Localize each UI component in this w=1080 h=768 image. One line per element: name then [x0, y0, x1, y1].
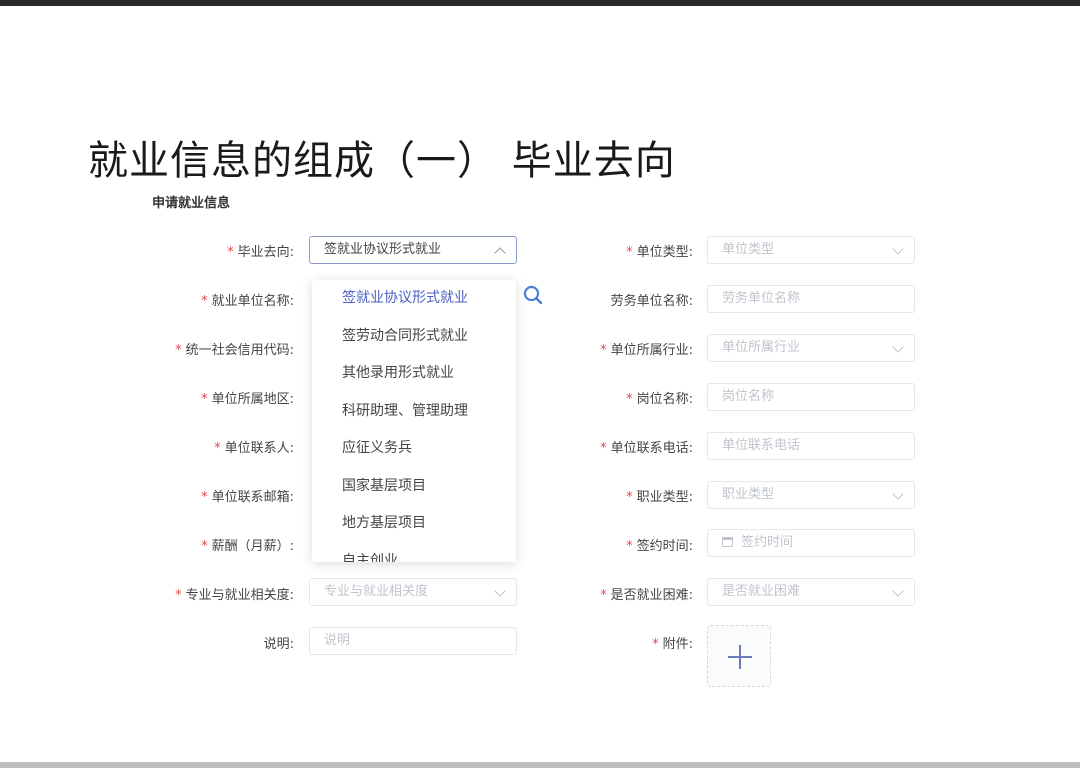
- chevron-down-icon: [494, 585, 506, 597]
- dropdown-option[interactable]: 签就业协议形式就业: [312, 280, 516, 318]
- label-industry: * 单位所属行业:: [600, 343, 693, 358]
- industry-select[interactable]: 单位所属行业: [707, 334, 915, 362]
- sign-date-picker[interactable]: 签约时间: [707, 529, 915, 557]
- label-salary: * 薪酬（月薪）:: [201, 539, 294, 554]
- label-contact-email: * 单位联系邮箱:: [201, 490, 294, 505]
- dropdown-option[interactable]: 科研助理、管理助理: [312, 393, 516, 431]
- position-name-input[interactable]: 岗位名称: [707, 383, 915, 411]
- dropdown-option[interactable]: 其他录用形式就业: [312, 355, 516, 393]
- employment-difficulty-select[interactable]: 是否就业困难: [707, 578, 915, 606]
- dropdown-option[interactable]: 应征义务兵: [312, 430, 516, 468]
- label-employer-type: * 单位类型:: [626, 245, 693, 260]
- label-occupation-type: * 职业类型:: [626, 490, 693, 505]
- label-credit-code: * 统一社会信用代码:: [175, 343, 294, 358]
- label-contact-phone: * 单位联系电话:: [600, 441, 693, 456]
- label-employer-region: * 单位所属地区:: [201, 392, 294, 407]
- notes-input[interactable]: 说明: [309, 627, 517, 655]
- label-employer-name: * 就业单位名称:: [201, 294, 294, 309]
- chevron-up-icon: [494, 247, 506, 259]
- label-sign-date: * 签约时间:: [626, 539, 693, 554]
- chevron-down-icon: [892, 585, 904, 597]
- search-icon[interactable]: [522, 284, 544, 306]
- dropdown-option[interactable]: 国家基层项目: [312, 468, 516, 506]
- calendar-icon: [722, 537, 733, 547]
- graduation-destination-dropdown: 签就业协议形式就业 签劳动合同形式就业 其他录用形式就业 科研助理、管理助理 应…: [312, 280, 516, 562]
- dropdown-option[interactable]: 签劳动合同形式就业: [312, 318, 516, 356]
- slide: 就业信息的组成（一） 毕业去向: [0, 6, 1080, 762]
- bottom-bar: [0, 762, 1080, 768]
- chevron-down-icon: [892, 243, 904, 255]
- chevron-down-icon: [892, 341, 904, 353]
- labor-employer-name-input[interactable]: 劳务单位名称: [707, 285, 915, 313]
- slide-title: 就业信息的组成（一） 毕业去向: [88, 138, 676, 184]
- dropdown-option[interactable]: 自主创业: [312, 543, 516, 563]
- label-notes: 说明:: [263, 637, 294, 652]
- attachment-upload-button[interactable]: [707, 625, 771, 687]
- contact-phone-input[interactable]: 单位联系电话: [707, 432, 915, 460]
- label-employment-difficulty: * 是否就业困难:: [600, 588, 693, 603]
- major-relevance-select[interactable]: 专业与就业相关度: [309, 578, 517, 606]
- occupation-type-select[interactable]: 职业类型: [707, 481, 915, 509]
- chevron-down-icon: [892, 488, 904, 500]
- label-graduation-destination: * 毕业去向:: [227, 245, 294, 260]
- graduation-destination-select[interactable]: 签就业协议形式就业: [309, 236, 517, 264]
- graduation-destination-value: 签就业协议形式就业: [324, 242, 442, 257]
- section-title: 申请就业信息: [152, 196, 231, 211]
- label-position-name: * 岗位名称:: [626, 392, 693, 407]
- dropdown-option[interactable]: 地方基层项目: [312, 505, 516, 543]
- employer-type-select[interactable]: 单位类型: [707, 236, 915, 264]
- label-attachment: * 附件:: [652, 637, 693, 652]
- label-contact-person: * 单位联系人:: [214, 441, 294, 456]
- label-major-relevance: * 专业与就业相关度:: [175, 588, 294, 603]
- label-labor-employer-name: 劳务单位名称:: [610, 294, 693, 309]
